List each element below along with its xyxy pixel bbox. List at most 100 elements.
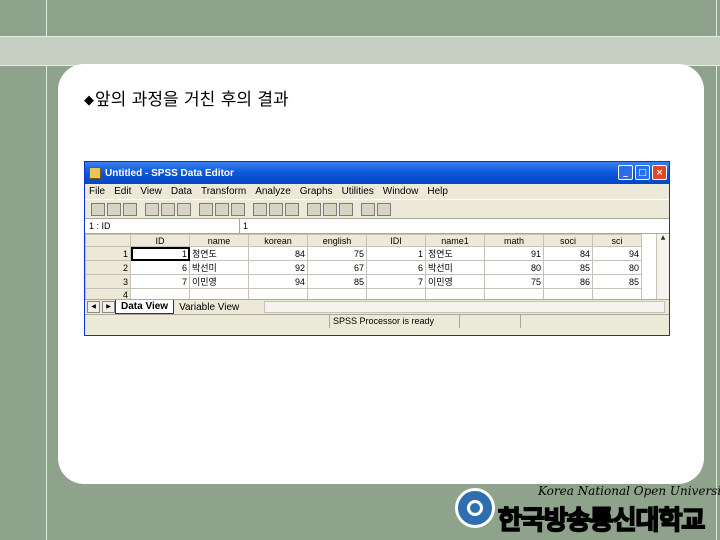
menu-help[interactable]: Help	[427, 186, 448, 197]
save-icon[interactable]	[107, 202, 121, 216]
row-header[interactable]: 1	[85, 246, 131, 261]
table-cell[interactable]: 85	[307, 274, 367, 289]
table-cell[interactable]: 94	[592, 246, 642, 261]
menu-graphs[interactable]: Graphs	[300, 186, 333, 197]
column-header[interactable]: english	[307, 234, 367, 247]
dialog-recall-icon[interactable]	[145, 202, 159, 216]
table-cell[interactable]: 85	[543, 260, 593, 275]
column-header[interactable]: sci	[592, 234, 642, 247]
table-cell[interactable]	[425, 288, 485, 299]
table-cell[interactable]: 박선미	[189, 260, 249, 275]
menu-file[interactable]: File	[89, 186, 105, 197]
find-icon[interactable]	[253, 202, 267, 216]
table-cell[interactable]: 이민영	[189, 274, 249, 289]
table-cell[interactable]: 박선미	[425, 260, 485, 275]
redo-icon[interactable]	[177, 202, 191, 216]
insert-variable-icon[interactable]	[285, 202, 299, 216]
horizontal-scrollbar[interactable]	[264, 301, 665, 313]
table-cell[interactable]: 정연도	[425, 246, 485, 261]
scroll-up-icon[interactable]: ▲	[657, 234, 669, 244]
university-name-english: Korea National Open University	[538, 484, 720, 498]
table-cell[interactable]: 85	[592, 274, 642, 289]
table-cell[interactable]: 75	[307, 246, 367, 261]
corner-cell[interactable]	[85, 234, 131, 247]
tab-data-view[interactable]: Data View	[115, 300, 175, 314]
column-header[interactable]: math	[484, 234, 544, 247]
insert-case-icon[interactable]	[269, 202, 283, 216]
row-header[interactable]: 4	[85, 288, 131, 299]
vertical-scrollbar[interactable]: ▲	[656, 234, 669, 299]
column-header[interactable]: name1	[425, 234, 485, 247]
tab-variable-view[interactable]: Variable View	[174, 301, 244, 314]
cell-value-input[interactable]: 1	[240, 219, 248, 233]
table-cell[interactable]	[307, 288, 367, 299]
column-header[interactable]: korean	[248, 234, 308, 247]
column-header[interactable]: soci	[543, 234, 593, 247]
menu-view[interactable]: View	[140, 186, 162, 197]
header-band	[0, 36, 720, 66]
table-cell[interactable]	[484, 288, 544, 299]
cell-reference: 1 : ID	[85, 219, 240, 233]
data-grid-area: ID name korean english IDI name1 math so…	[85, 234, 669, 299]
table-cell[interactable]: 정연도	[189, 246, 249, 261]
undo-icon[interactable]	[161, 202, 175, 216]
use-sets-icon[interactable]	[377, 202, 391, 216]
goto-case-icon[interactable]	[215, 202, 229, 216]
table-cell[interactable]: 75	[484, 274, 544, 289]
column-header[interactable]: name	[189, 234, 249, 247]
table-cell[interactable]: 1	[130, 246, 190, 261]
table-cell[interactable]	[366, 288, 426, 299]
weight-cases-icon[interactable]	[323, 202, 337, 216]
menu-analyze[interactable]: Analyze	[255, 186, 291, 197]
table-row: 3 7 이민영 94 85 7 이민영 75 86 85	[85, 274, 642, 289]
title-bar[interactable]: Untitled - SPSS Data Editor _ □ ×	[85, 162, 669, 184]
open-icon[interactable]	[91, 202, 105, 216]
row-header[interactable]: 2	[85, 260, 131, 275]
table-cell[interactable]	[189, 288, 249, 299]
split-file-icon[interactable]	[307, 202, 321, 216]
table-cell[interactable]: 84	[248, 246, 308, 261]
tab-nav-left-icon[interactable]: ◀	[87, 301, 100, 313]
row-header[interactable]: 3	[85, 274, 131, 289]
table-cell[interactable]	[592, 288, 642, 299]
table-cell[interactable]: 7	[366, 274, 426, 289]
toolbar	[85, 199, 669, 219]
table-cell[interactable]: 94	[248, 274, 308, 289]
table-cell[interactable]: 6	[366, 260, 426, 275]
minimize-button[interactable]: _	[618, 165, 633, 180]
status-text: SPSS Processor is ready	[330, 315, 460, 328]
column-header[interactable]: ID	[130, 234, 190, 247]
column-header[interactable]: IDI	[366, 234, 426, 247]
table-cell[interactable]: 67	[307, 260, 367, 275]
table-row: 1 1 정연도 84 75 1 정연도 91 84 94	[85, 246, 642, 261]
table-cell[interactable]: 이민영	[425, 274, 485, 289]
table-cell[interactable]: 6	[130, 260, 190, 275]
menu-edit[interactable]: Edit	[114, 186, 131, 197]
menu-data[interactable]: Data	[171, 186, 192, 197]
select-cases-icon[interactable]	[339, 202, 353, 216]
table-cell[interactable]	[543, 288, 593, 299]
frame-line-left	[46, 0, 47, 540]
goto-chart-icon[interactable]	[199, 202, 213, 216]
menu-utilities[interactable]: Utilities	[342, 186, 374, 197]
print-icon[interactable]	[123, 202, 137, 216]
table-cell[interactable]: 80	[592, 260, 642, 275]
table-cell[interactable]: 84	[543, 246, 593, 261]
tab-nav-right-icon[interactable]: ▶	[102, 301, 115, 313]
close-button[interactable]: ×	[652, 165, 667, 180]
maximize-button[interactable]: □	[635, 165, 650, 180]
menu-window[interactable]: Window	[383, 186, 419, 197]
table-cell[interactable]: 80	[484, 260, 544, 275]
status-cell-empty	[460, 315, 521, 328]
table-cell[interactable]: 86	[543, 274, 593, 289]
variables-icon[interactable]	[231, 202, 245, 216]
table-cell[interactable]	[130, 288, 190, 299]
table-cell[interactable]	[248, 288, 308, 299]
table-cell[interactable]: 91	[484, 246, 544, 261]
table-cell[interactable]: 1	[366, 246, 426, 261]
window-title: Untitled - SPSS Data Editor	[105, 167, 234, 179]
value-labels-icon[interactable]	[361, 202, 375, 216]
table-cell[interactable]: 7	[130, 274, 190, 289]
menu-transform[interactable]: Transform	[201, 186, 246, 197]
table-cell[interactable]: 92	[248, 260, 308, 275]
